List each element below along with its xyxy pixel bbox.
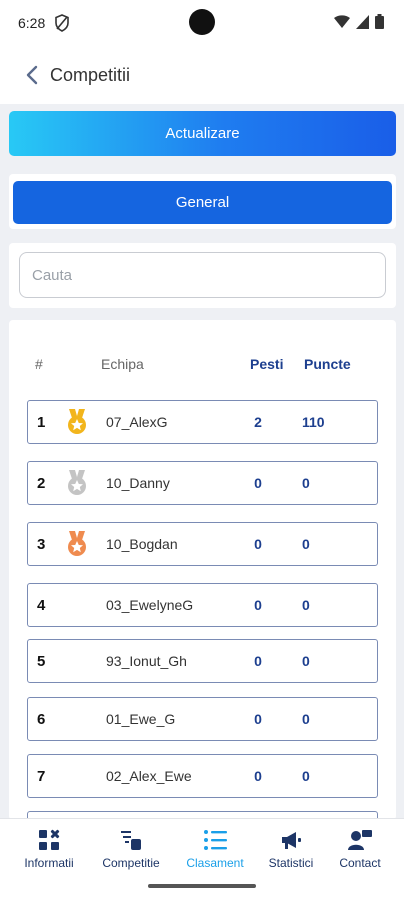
- tab-general[interactable]: General: [13, 181, 392, 224]
- nav-item-contact[interactable]: Contact: [320, 829, 400, 870]
- row-rank: 7: [37, 768, 46, 785]
- header-team: Echipa: [101, 356, 144, 372]
- header-fish: Pesti: [250, 356, 284, 372]
- row-team: 10_Bogdan: [106, 536, 178, 552]
- row-fish: 2: [254, 414, 262, 430]
- row-rank: 3: [37, 536, 46, 553]
- row-points: 110: [302, 414, 325, 430]
- row-rank: 5: [37, 653, 46, 670]
- tab-bar: General: [9, 174, 396, 229]
- nav-item-clasament[interactable]: Clasament: [175, 829, 255, 870]
- contact-icon: [348, 830, 372, 850]
- search-input[interactable]: [19, 252, 386, 298]
- wifi-icon: [334, 14, 350, 28]
- nav-label: Informatii: [24, 856, 74, 870]
- row-rank: 6: [37, 711, 46, 728]
- row-rank: 2: [37, 475, 46, 492]
- row-rank: 1: [37, 414, 46, 431]
- app-bar: Competitii: [0, 46, 404, 104]
- gold-medal-icon: [68, 409, 86, 434]
- battery-icon: [375, 14, 384, 29]
- row-team: 03_EwelyneG: [106, 597, 194, 613]
- bronze-medal-icon: [68, 531, 86, 556]
- table-row[interactable]: 7 02_Alex_Ewe 0 0: [27, 754, 378, 798]
- table-row[interactable]: 3 10_Bogdan 0 0: [27, 522, 378, 566]
- row-points: 0: [302, 711, 310, 727]
- camera-cutout: [189, 9, 215, 35]
- competition-icon: [121, 831, 141, 850]
- ranking-table: # Echipa Pesti Puncte 1 07_AlexG 2 110 2…: [9, 320, 396, 820]
- search-card: [9, 243, 396, 308]
- home-indicator[interactable]: [148, 884, 256, 888]
- row-team: 93_Ionut_Gh: [106, 653, 187, 669]
- table-row[interactable]: 5 93_Ionut_Gh 0 0: [27, 639, 378, 683]
- row-points: 0: [302, 653, 310, 669]
- row-team: 01_Ewe_G: [106, 711, 176, 727]
- nav-label: Clasament: [186, 856, 244, 870]
- nav-label: Contact: [339, 856, 381, 870]
- row-points: 0: [302, 768, 310, 784]
- nav-item-statistici[interactable]: Statistici: [251, 829, 331, 870]
- row-points: 0: [302, 536, 310, 552]
- row-team: 10_Danny: [106, 475, 170, 491]
- silver-medal-icon: [68, 470, 86, 495]
- row-team: 02_Alex_Ewe: [106, 768, 192, 784]
- nav-item-competitie[interactable]: Competitie: [91, 829, 171, 870]
- dashboard-icon: [39, 829, 60, 850]
- refresh-button[interactable]: Actualizare: [9, 111, 396, 156]
- header-rank: #: [35, 356, 43, 372]
- row-team: 07_AlexG: [106, 414, 168, 430]
- table-row[interactable]: 1 07_AlexG 2 110: [27, 400, 378, 444]
- list-icon: [204, 830, 227, 850]
- status-bar: 6:28: [0, 0, 404, 46]
- megaphone-icon: [282, 832, 301, 849]
- row-fish: 0: [254, 768, 262, 784]
- table-row[interactable]: 4 03_EwelyneG 0 0: [27, 583, 378, 627]
- header-points: Puncte: [304, 356, 351, 372]
- nav-label: Competitie: [102, 856, 160, 870]
- signal-icon: [356, 14, 369, 29]
- row-fish: 0: [254, 536, 262, 552]
- row-fish: 0: [254, 475, 262, 491]
- row-fish: 0: [254, 711, 262, 727]
- row-fish: 0: [254, 653, 262, 669]
- row-points: 0: [302, 475, 310, 491]
- shield-icon: [55, 14, 69, 32]
- page-title: Competitii: [50, 65, 131, 85]
- nav-label: Statistici: [268, 856, 314, 870]
- status-time: 6:28: [18, 15, 46, 31]
- row-fish: 0: [254, 597, 262, 613]
- table-row[interactable]: 6 01_Ewe_G 0 0: [27, 697, 378, 741]
- nav-item-informatii[interactable]: Informatii: [9, 829, 89, 870]
- table-row[interactable]: 2 10_Danny 0 0: [27, 461, 378, 505]
- row-points: 0: [302, 597, 310, 613]
- row-rank: 4: [37, 597, 46, 614]
- back-chevron-icon[interactable]: [24, 65, 40, 85]
